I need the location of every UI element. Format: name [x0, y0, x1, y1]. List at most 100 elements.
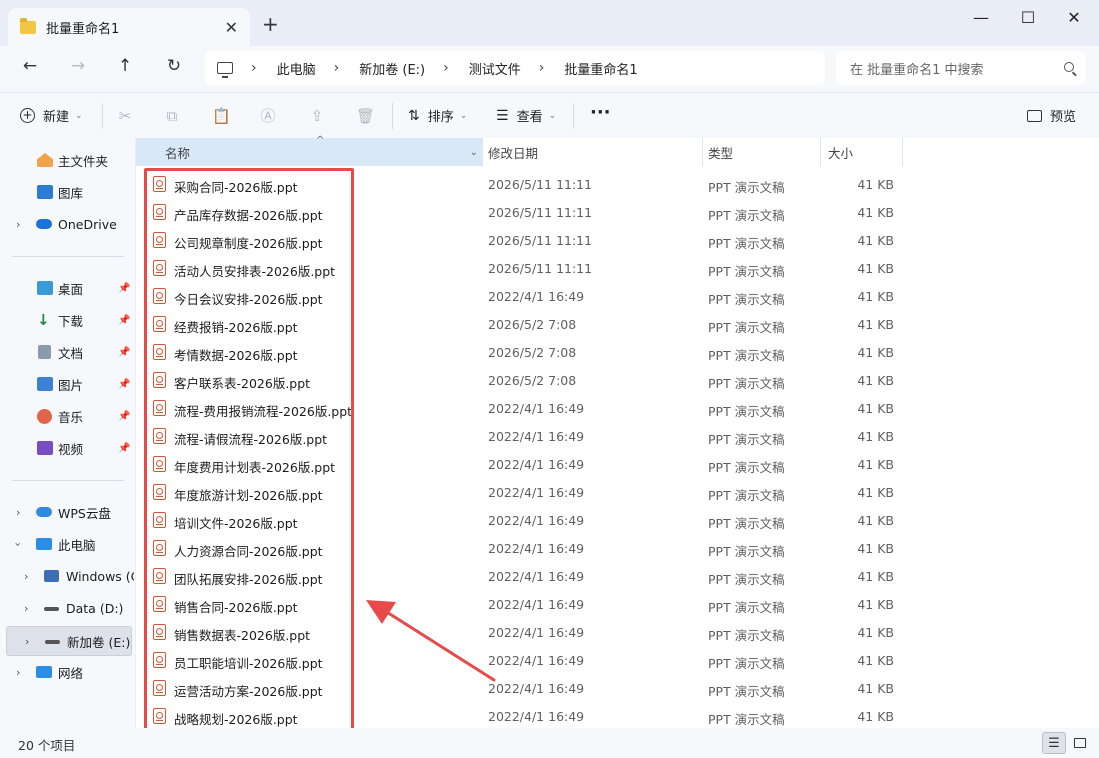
sidebar-label: Windows (C — [66, 568, 134, 584]
breadcrumb-volume-e[interactable]: 新加卷 (E:) — [359, 59, 425, 78]
file-size: 41 KB — [857, 625, 894, 640]
chevron-down-icon[interactable]: › — [12, 542, 25, 546]
tab-close-button[interactable]: ✕ — [225, 18, 238, 37]
pictures-icon — [37, 377, 53, 391]
sidebar-item-network[interactable]: › 网络 — [0, 658, 135, 686]
sidebar-item-data-d[interactable]: › Data (D:) — [0, 594, 135, 622]
column-header-date[interactable]: 修改日期 — [482, 138, 702, 166]
file-row[interactable]: 流程-请假流程-2026版.ppt 2022/4/1 16:49 PPT 演示文稿 4… — [136, 422, 1099, 450]
ppt-file-icon — [153, 568, 166, 584]
new-tab-button[interactable]: + — [262, 14, 279, 34]
sort-label: 排序 — [427, 110, 454, 125]
file-row[interactable]: 年度旅游计划-2026版.ppt 2022/4/1 16:49 PPT 演示文稿 41… — [136, 478, 1099, 506]
share-icon[interactable]: ⇪ — [308, 107, 326, 125]
sidebar-item-home[interactable]: 主文件夹 — [0, 146, 135, 174]
sidebar-item-pictures[interactable]: 图片 📌 — [0, 370, 135, 398]
chevron-down-icon: ⌄ — [75, 110, 83, 121]
file-row[interactable]: 团队拓展安排-2026版.ppt 2022/4/1 16:49 PPT 演示文稿 41… — [136, 562, 1099, 590]
chevron-right-icon[interactable]: › — [24, 602, 28, 615]
file-row[interactable]: 经费报销-2026版.ppt 2026/5/2 7:08 PPT 演示文稿 41 KB — [136, 310, 1099, 338]
file-row[interactable]: 流程-费用报销流程-2026版.ppt 2022/4/1 16:49 PPT 演示文… — [136, 394, 1099, 422]
details-view-button[interactable]: ☰ — [1042, 732, 1066, 754]
file-type: PPT 演示文稿 — [708, 684, 785, 699]
file-row[interactable]: 今日会议安排-2026版.ppt 2022/4/1 16:49 PPT 演示文稿 41… — [136, 282, 1099, 310]
file-size: 41 KB — [857, 597, 894, 612]
ppt-file-icon — [153, 232, 166, 248]
file-row[interactable]: 年度费用计划表-2026版.ppt 2022/4/1 16:49 PPT 演示文稿 4… — [136, 450, 1099, 478]
close-window-button[interactable]: ✕ — [1051, 8, 1097, 27]
sidebar-item-videos[interactable]: 视频 📌 — [0, 434, 135, 462]
large-icons-view-button[interactable] — [1068, 732, 1092, 754]
chevron-right-icon[interactable]: › — [16, 506, 20, 519]
file-size: 41 KB — [857, 261, 894, 276]
forward-button[interactable]: → — [66, 56, 90, 76]
delete-icon[interactable]: 🗑 — [356, 107, 375, 125]
file-row[interactable]: 活动人员安排表-2026版.ppt 2026/5/11 11:11 PPT 演示文稿… — [136, 254, 1099, 282]
ppt-file-icon — [153, 260, 166, 276]
address-bar[interactable]: › 此电脑 › 新加卷 (E:) › 测试文件 › 批量重命名1 — [205, 51, 825, 85]
sidebar-item-desktop[interactable]: 桌面 📌 — [0, 274, 135, 302]
chevron-right-icon: › — [333, 60, 340, 76]
chevron-right-icon[interactable]: › — [16, 218, 20, 231]
breadcrumb-test-files[interactable]: 测试文件 — [469, 59, 521, 78]
chevron-right-icon: › — [538, 60, 545, 76]
up-button[interactable]: ↑ — [113, 56, 137, 76]
more-options-button[interactable]: ··· — [590, 102, 611, 123]
file-row[interactable]: 人力资源合同-2026版.ppt 2022/4/1 16:49 PPT 演示文稿 41… — [136, 534, 1099, 562]
sidebar-item-wps-cloud[interactable]: › WPS云盘 — [0, 498, 135, 526]
file-row[interactable]: 考情数据-2026版.ppt 2026/5/2 7:08 PPT 演示文稿 41 KB — [136, 338, 1099, 366]
paste-icon[interactable]: 📋 — [212, 107, 231, 125]
chevron-right-icon[interactable]: › — [16, 666, 20, 679]
sidebar-item-gallery[interactable]: 图库 — [0, 178, 135, 206]
sidebar-item-volume-e[interactable]: › 新加卷 (E:) — [6, 626, 132, 656]
rename-icon[interactable]: Ⓐ — [259, 107, 277, 125]
sort-button[interactable]: ⇅ 排序 ⌄ — [408, 106, 467, 126]
file-row[interactable]: 销售合同-2026版.ppt 2022/4/1 16:49 PPT 演示文稿 41 K… — [136, 590, 1099, 618]
copy-icon[interactable]: ⧉ — [163, 107, 181, 125]
file-row[interactable]: 培训文件-2026版.ppt 2022/4/1 16:49 PPT 演示文稿 41 K… — [136, 506, 1099, 534]
minimize-button[interactable]: — — [958, 8, 1004, 27]
sidebar-item-onedrive[interactable]: › OneDrive — [0, 210, 135, 238]
file-row[interactable]: 员工职能培训-2026版.ppt 2022/4/1 16:49 PPT 演示文稿 41… — [136, 646, 1099, 674]
maximize-button[interactable]: ☐ — [1005, 8, 1051, 27]
breadcrumb-current-folder[interactable]: 批量重命名1 — [564, 59, 637, 78]
sidebar-label: 桌面 — [58, 281, 84, 297]
ppt-file-icon — [153, 428, 166, 444]
file-row[interactable]: 公司规章制度-2026版.ppt 2026/5/11 11:11 PPT 演示文稿 4… — [136, 226, 1099, 254]
sidebar-item-windows-c[interactable]: › Windows (C — [0, 562, 135, 590]
file-row[interactable]: 战略规划-2026版.ppt 2022/4/1 16:49 PPT 演示文稿 41 K… — [136, 702, 1099, 730]
view-button[interactable]: ☰ 查看 ⌄ — [496, 106, 556, 126]
file-row[interactable]: 产品库存数据-2026版.ppt 2026/5/11 11:11 PPT 演示文稿 4… — [136, 198, 1099, 226]
pin-icon: 📌 — [118, 442, 131, 454]
file-row[interactable]: 客户联系表-2026版.ppt 2026/5/2 7:08 PPT 演示文稿 41 K… — [136, 366, 1099, 394]
sidebar-item-this-pc[interactable]: › 此电脑 — [0, 530, 135, 558]
chevron-down-icon[interactable]: ⌄ — [470, 147, 478, 158]
file-type: PPT 演示文稿 — [708, 628, 785, 643]
sidebar-item-documents[interactable]: 文档 📌 — [0, 338, 135, 366]
column-divider[interactable] — [902, 138, 903, 166]
ppt-file-icon — [153, 540, 166, 556]
refresh-button[interactable]: ↻ — [162, 56, 186, 76]
sidebar-item-music[interactable]: 音乐 📌 — [0, 402, 135, 430]
file-date: 2022/4/1 16:49 — [488, 429, 585, 444]
sidebar-item-downloads[interactable]: ↓ 下载 📌 — [0, 306, 135, 334]
file-row[interactable]: 采购合同-2026版.ppt 2026/5/11 11:11 PPT 演示文稿 41 … — [136, 170, 1099, 198]
tab-active[interactable]: 批量重命名1 ✕ — [8, 8, 250, 46]
file-name: 采购合同-2026版.ppt — [174, 180, 298, 195]
back-button[interactable]: ← — [18, 56, 42, 76]
search-input[interactable]: 在 批量重命名1 中搜索 — [836, 51, 1086, 85]
column-header-size[interactable]: 大小 — [820, 138, 902, 166]
chevron-right-icon[interactable]: › — [24, 570, 28, 583]
file-size: 41 KB — [857, 345, 894, 360]
column-header-type[interactable]: 类型 — [702, 138, 820, 166]
chevron-right-icon[interactable]: › — [25, 635, 29, 648]
cut-icon[interactable]: ✂ — [116, 107, 134, 125]
file-row[interactable]: 销售数据表-2026版.ppt 2022/4/1 16:49 PPT 演示文稿 41 … — [136, 618, 1099, 646]
breadcrumb-this-pc[interactable]: 此电脑 — [277, 59, 316, 78]
column-header-name[interactable]: ^ 名称 ⌄ — [136, 135, 482, 166]
file-row[interactable]: 运营活动方案-2026版.ppt 2022/4/1 16:49 PPT 演示文稿 41… — [136, 674, 1099, 702]
preview-button[interactable]: 预览 — [1027, 106, 1076, 125]
file-type: PPT 演示文稿 — [708, 516, 785, 531]
new-button[interactable]: + 新建 ⌄ — [20, 106, 83, 125]
file-type: PPT 演示文稿 — [708, 404, 785, 419]
